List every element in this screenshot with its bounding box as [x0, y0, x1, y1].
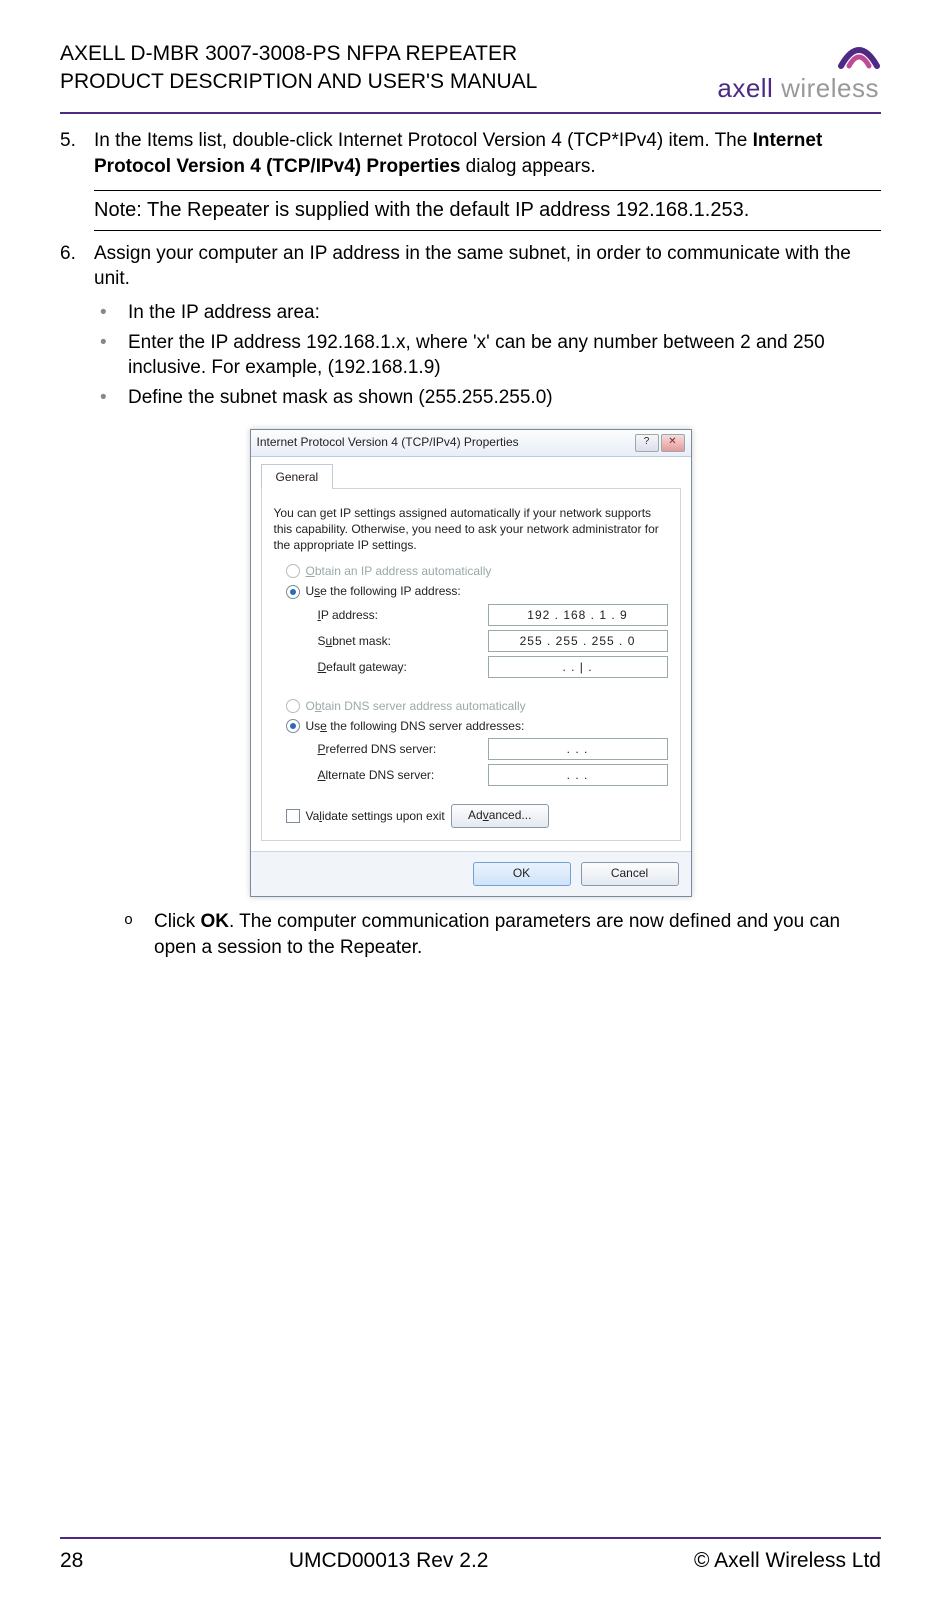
radio-obtain-ip-auto[interactable]: Obtain an IP address automatically [286, 563, 668, 579]
radio-icon [286, 585, 300, 599]
advanced-button[interactable]: Advanced... [451, 804, 549, 828]
validate-label: Validate settings upon exit [306, 808, 445, 824]
bullet-1: In the IP address area: [94, 300, 881, 326]
radio-icon [286, 564, 300, 578]
radio-use-following-dns[interactable]: Use the following DNS server addresses: [286, 718, 668, 734]
default-gateway-field[interactable]: . . | . [488, 656, 668, 678]
default-gateway-row: Default gateway: . . | . [318, 656, 668, 678]
sub-step-text-a: Click [154, 911, 200, 932]
radio-obtain-dns-auto-label: Obtain DNS server address automatically [306, 698, 526, 714]
brand-logo: axell wireless [717, 40, 881, 104]
step-5-text-a: In the Items list, double-click Internet… [94, 130, 753, 151]
validate-checkbox[interactable] [286, 809, 300, 823]
ip-address-field[interactable]: 192 . 168 . 1 . 9 [488, 604, 668, 626]
ok-button[interactable]: OK [473, 862, 571, 886]
alternate-dns-field[interactable]: . . . [488, 764, 668, 786]
sub-step-click-ok: Click OK. The computer communication par… [124, 909, 881, 960]
step-6-number: 6. [60, 241, 76, 267]
step-5-number: 5. [60, 128, 76, 154]
window-title: Internet Protocol Version 4 (TCP/IPv4) P… [257, 434, 519, 450]
radio-icon [286, 719, 300, 733]
radio-use-following-dns-label: Use the following DNS server addresses: [306, 718, 525, 734]
header-line2: PRODUCT DESCRIPTION AND USER'S MANUAL [60, 68, 537, 96]
step-6: 6. Assign your computer an IP address in… [60, 241, 881, 411]
radio-icon [286, 699, 300, 713]
step-5-text-c: dialog appears. [460, 156, 595, 177]
alternate-dns-label: Alternate DNS server: [318, 767, 488, 783]
page-footer: 28 UMCD00013 Rev 2.2 © Axell Wireless Lt… [60, 1537, 881, 1573]
footer-doc-rev: UMCD00013 Rev 2.2 [289, 1549, 489, 1573]
radio-use-following-ip[interactable]: Use the following IP address: [286, 583, 668, 599]
subnet-mask-label: Subnet mask: [318, 633, 488, 649]
radio-obtain-dns-auto[interactable]: Obtain DNS server address automatically [286, 698, 668, 714]
main-content: 5. In the Items list, double-click Inter… [60, 128, 881, 960]
ipv4-properties-window: Internet Protocol Version 4 (TCP/IPv4) P… [250, 429, 692, 898]
page-header: AXELL D-MBR 3007-3008-PS NFPA REPEATER P… [60, 40, 881, 114]
footer-copyright: © Axell Wireless Ltd [694, 1549, 881, 1573]
sub-step-text-c: . The computer communication parameters … [154, 911, 840, 958]
preferred-dns-row: Preferred DNS server: . . . [318, 738, 668, 760]
step-6-text: Assign your computer an IP address in th… [94, 243, 851, 290]
preferred-dns-label: Preferred DNS server: [318, 741, 488, 757]
header-title-block: AXELL D-MBR 3007-3008-PS NFPA REPEATER P… [60, 40, 537, 97]
close-button[interactable]: ✕ [661, 434, 685, 452]
ip-address-label: IP address: [318, 607, 488, 623]
step-5: 5. In the Items list, double-click Inter… [60, 128, 881, 179]
dialog-description: You can get IP settings assigned automat… [274, 505, 668, 554]
bullet-2: Enter the IP address 192.168.1.x, where … [94, 330, 881, 381]
alternate-dns-row: Alternate DNS server: . . . [318, 764, 668, 786]
dialog-screenshot: Internet Protocol Version 4 (TCP/IPv4) P… [60, 429, 881, 898]
radio-obtain-ip-auto-label: Obtain an IP address automatically [306, 563, 492, 579]
bullet-3: Define the subnet mask as shown (255.255… [94, 385, 881, 411]
logo-text: axell wireless [717, 73, 879, 104]
general-tab[interactable]: General [261, 464, 334, 489]
radio-use-following-ip-label: Use the following IP address: [306, 583, 461, 599]
default-gateway-label: Default gateway: [318, 659, 488, 675]
header-line1: AXELL D-MBR 3007-3008-PS NFPA REPEATER [60, 40, 537, 68]
wifi-arc-icon [837, 40, 881, 70]
subnet-mask-field[interactable]: 255 . 255 . 255 . 0 [488, 630, 668, 652]
subnet-mask-row: Subnet mask: 255 . 255 . 255 . 0 [318, 630, 668, 652]
ip-address-row: IP address: 192 . 168 . 1 . 9 [318, 604, 668, 626]
note-box: Note: The Repeater is supplied with the … [94, 190, 881, 231]
general-panel: You can get IP settings assigned automat… [261, 488, 681, 841]
preferred-dns-field[interactable]: . . . [488, 738, 668, 760]
sub-step-text-b: OK [200, 911, 229, 932]
cancel-button[interactable]: Cancel [581, 862, 679, 886]
window-titlebar: Internet Protocol Version 4 (TCP/IPv4) P… [251, 430, 691, 457]
footer-page-number: 28 [60, 1549, 83, 1573]
help-button[interactable]: ? [635, 434, 659, 452]
